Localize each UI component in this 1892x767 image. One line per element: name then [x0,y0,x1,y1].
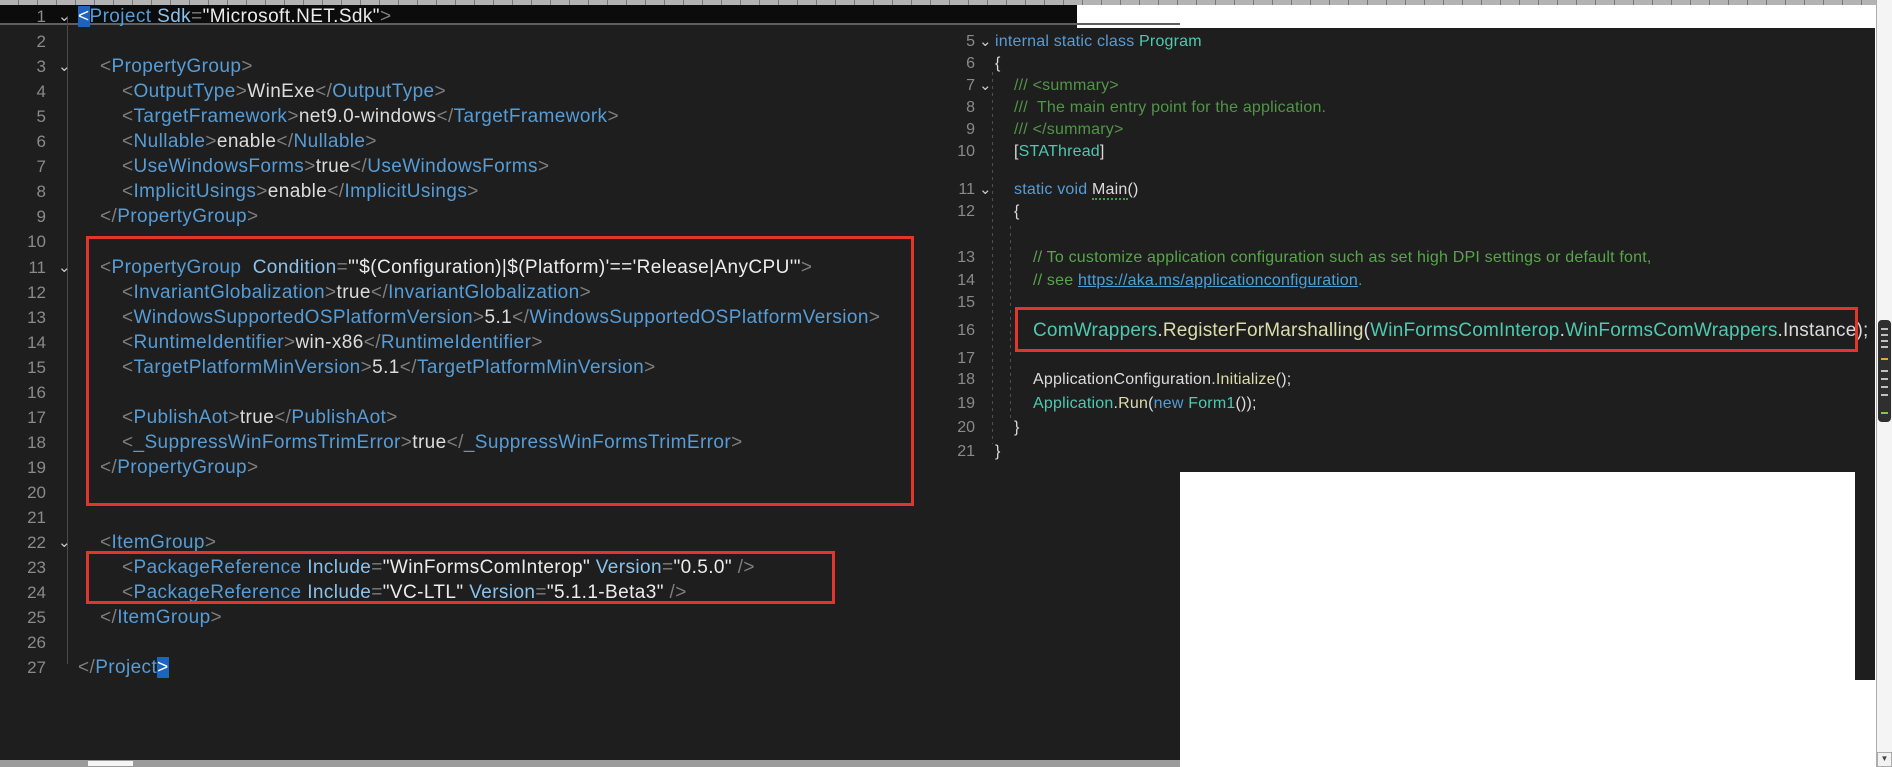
line-number: 16 [935,320,975,342]
code-token: ApplicationConfiguration [1033,371,1211,388]
code-line-7[interactable]: 7⌄ /// <summary> [0,75,1892,97]
code-text[interactable]: // see https://aka.ms/applicationconfigu… [1033,270,1363,292]
line-number: 19 [935,393,975,415]
scrollbar-annotation-tick [1881,378,1888,380]
code-token: { [1014,203,1020,220]
fold-arrow-icon[interactable]: ⌄ [979,75,992,97]
code-token: ()); [1235,395,1256,412]
code-text[interactable]: [STAThread] [1014,141,1105,163]
code-token: Initialize [1216,371,1276,388]
scrollbar-annotation-tick [1881,340,1888,342]
code-line-5[interactable]: 5⌄internal static class Program [0,31,1892,53]
taskbar-strip[interactable] [0,760,1180,767]
code-token: internal [995,33,1049,50]
code-line-10[interactable]: 10 [STAThread] [0,141,1892,163]
code-token: new [1154,395,1184,412]
code-token: /// The main entry point for the applica… [1014,99,1326,116]
code-token: } [1014,419,1020,436]
code-token: ] [1100,143,1105,160]
scrollbar-down-arrow-icon[interactable]: ▼ [1877,752,1892,767]
line-number: 11 [935,179,975,201]
line-number: 13 [935,247,975,269]
scrollbar-annotation-tick [1881,394,1888,396]
code-text[interactable]: } [1014,417,1020,439]
code-token: /// <summary> [1014,77,1119,94]
scrollbar-annotation-tick [1881,334,1888,336]
code-token: void [1057,181,1087,198]
line-number: 14 [935,270,975,292]
code-token: . [1358,272,1363,289]
annotation-box-1 [86,236,914,506]
taskbar-item[interactable] [88,761,133,766]
scrollbar-thumb[interactable] [1878,320,1891,422]
line-number: 10 [935,141,975,163]
code-token: static [1054,33,1093,50]
code-token: Main [1092,181,1127,200]
line-number: 18 [935,369,975,391]
code-token: { [995,55,1001,72]
link-text[interactable]: https://aka.ms/applicationconfiguration [1078,272,1358,289]
code-text[interactable]: // To customize application configuratio… [1033,247,1652,269]
line-number: 5 [935,31,975,53]
annotation-box-2 [86,551,835,604]
code-text[interactable]: /// <summary> [1014,75,1119,97]
scrollbar-annotation-tick [1881,412,1888,414]
scrollbar-annotation-tick [1881,328,1888,330]
code-token: } [995,443,1001,460]
code-text[interactable]: /// The main entry point for the applica… [1014,97,1326,119]
line-number: 20 [935,417,975,439]
code-token: (); [1276,371,1292,388]
code-token: () [1128,181,1139,198]
code-token: STAThread [1019,143,1100,160]
code-text[interactable]: } [995,441,1001,463]
scrollbar-annotation-tick [1881,346,1888,348]
code-token: Run [1118,395,1148,412]
code-token: /// </summary> [1014,121,1124,138]
fold-arrow-icon[interactable]: ⌄ [979,31,992,53]
code-token: static [1014,181,1053,198]
scrollbar-annotation-tick [1881,370,1888,372]
line-number: 7 [935,75,975,97]
line-number: 8 [935,97,975,119]
code-line-9[interactable]: 9 /// </summary> [0,119,1892,141]
line-number: 9 [935,119,975,141]
line-number: 15 [935,292,975,314]
code-token: // To customize application configuratio… [1033,249,1652,266]
code-token: class [1097,33,1134,50]
fold-arrow-icon[interactable]: ⌄ [979,179,992,201]
code-line-8[interactable]: 8 /// The main entry point for the applic… [0,97,1892,119]
code-text[interactable]: static void Main() [1014,179,1139,201]
screenshot-stage: 1⌄<Project Sdk="Microsoft.NET.Sdk">23⌄<P… [0,0,1892,767]
line-number: 17 [935,348,975,370]
scrollbar-annotation-tick [1881,358,1888,360]
code-token: Program [1139,33,1202,50]
code-token: // see [1033,272,1078,289]
line-number: 21 [935,441,975,463]
code-line-6[interactable]: 6{ [0,53,1892,75]
code-line-12[interactable]: 12 { [0,201,1892,223]
code-text[interactable]: /// </summary> [1014,119,1124,141]
code-text[interactable]: { [995,53,1001,75]
code-line-11[interactable]: 11⌄ static void Main() [0,179,1892,201]
code-token: Form1 [1188,395,1235,412]
line-number: 12 [935,201,975,223]
code-text[interactable]: internal static class Program [995,31,1202,53]
code-text[interactable]: ApplicationConfiguration.Initialize(); [1033,369,1291,391]
code-token: ); [1856,320,1868,341]
code-text[interactable]: { [1014,201,1020,223]
code-token: Application [1033,395,1113,412]
line-number: 6 [935,53,975,75]
annotation-box-3 [1015,307,1858,352]
scrollbar-annotation-tick [1881,386,1888,388]
code-text[interactable]: Application.Run(new Form1()); [1033,393,1257,415]
